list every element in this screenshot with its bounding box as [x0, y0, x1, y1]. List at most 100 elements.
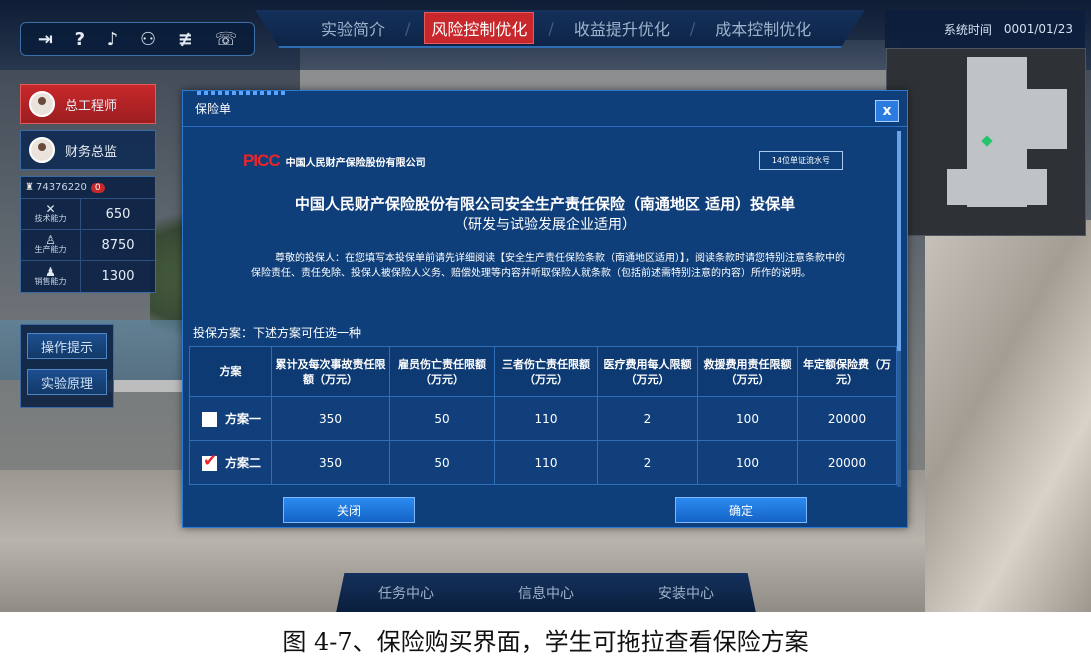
- money-bag-icon: ♜: [25, 182, 34, 193]
- stat-name: ♟ 销售能力: [21, 261, 81, 292]
- bottom-nav: 任务中心 信息中心 安装中心: [336, 573, 756, 612]
- col-header: 救援费用责任限额（万元）: [697, 346, 798, 397]
- tab-cost-control[interactable]: 成本控制优化: [709, 13, 817, 43]
- table-row[interactable]: 方案一 350 50 110 2 100 20000: [189, 396, 897, 441]
- people-icon: ♟: [45, 264, 56, 279]
- left-panel: 总工程师 财务总监 ♜ 74376220 0 ✕ 技术能力 650 ♙ 生产能力…: [20, 84, 156, 304]
- stat-label: 技术能力: [34, 214, 67, 223]
- tips-button[interactable]: 操作提示: [27, 333, 107, 359]
- role-label: 财务总监: [65, 144, 118, 160]
- confirm-button[interactable]: 确定: [675, 497, 807, 523]
- table-cell: 2: [597, 440, 698, 485]
- col-header: 方案: [189, 346, 272, 397]
- stats-panel: ♜ 74376220 0 ✕ 技术能力 650 ♙ 生产能力 8750 ♟ 销售…: [20, 176, 156, 293]
- dialog-footer: 关闭 确定: [183, 491, 907, 527]
- minimap[interactable]: [886, 48, 1086, 236]
- help-panel: 操作提示 实验原理: [20, 324, 114, 408]
- plan-name: 方案一: [225, 412, 262, 426]
- game-scene: ⇥ ? ♪ ⚇ ≢ ☏ 实验简介 / 风险控制优化 / 收益提升优化 / 成本控…: [0, 0, 1091, 612]
- nav-separator: /: [405, 18, 411, 38]
- stat-name: ✕ 技术能力: [21, 199, 81, 229]
- table-cell: 100: [697, 440, 798, 485]
- nav-separator: /: [548, 18, 554, 38]
- insurance-dialog: 保险单 x PICC 中国人民财产保险股份有限公司 14位单证流水号 中国人民财…: [182, 90, 908, 528]
- bottom-nav-task-center[interactable]: 任务中心: [378, 583, 434, 603]
- plans-table: 方案 累计及每次事故责任限额（万元） 雇员伤亡责任限额（万元） 三者伤亡责任限额…: [189, 346, 897, 485]
- dialog-title: 保险单: [195, 102, 232, 116]
- table-cell: 110: [494, 440, 598, 485]
- col-header: 年定额保险费（万元）: [797, 346, 897, 397]
- bottom-nav-install-center[interactable]: 安装中心: [658, 583, 714, 603]
- avatar: [29, 91, 55, 117]
- role-label: 总工程师: [65, 98, 118, 114]
- stat-value: 650: [105, 206, 131, 222]
- main-nav: 实验简介 / 风险控制优化 / 收益提升优化 / 成本控制优化: [255, 10, 865, 48]
- role-cfo[interactable]: 财务总监: [20, 130, 156, 170]
- close-button[interactable]: 关闭: [283, 497, 415, 523]
- stat-row-tech: ✕ 技术能力 650: [21, 199, 155, 230]
- money-value: 74376220: [35, 182, 87, 193]
- table-cell: 350: [271, 396, 390, 441]
- table-header-row: 方案 累计及每次事故责任限额（万元） 雇员伤亡责任限额（万元） 三者伤亡责任限额…: [189, 346, 897, 397]
- col-header: 雇员伤亡责任限额（万元）: [389, 346, 495, 397]
- table-row[interactable]: 方案二 350 50 110 2 100 20000: [189, 440, 897, 485]
- col-header: 三者伤亡责任限额（万元）: [494, 346, 598, 397]
- music-icon[interactable]: ♪: [107, 29, 119, 50]
- tab-revenue[interactable]: 收益提升优化: [568, 13, 676, 43]
- headset-icon[interactable]: ☏: [215, 29, 238, 50]
- stat-value: 1300: [101, 269, 135, 284]
- table-cell: 350: [271, 440, 390, 485]
- stat-label: 生产能力: [34, 245, 67, 254]
- notice-text: 尊敬的投保人：在您填写本投保单前请先详细阅读【安全生产责任保险条款（南通地区适用…: [251, 253, 845, 279]
- table-cell: 100: [697, 396, 798, 441]
- plan-checkbox[interactable]: [202, 451, 217, 471]
- header-decoration: [197, 91, 287, 95]
- figure-caption: 图 4-7、保险购买界面，学生可拖拉查看保险方案: [282, 628, 809, 656]
- dialog-body[interactable]: PICC 中国人民财产保险股份有限公司 14位单证流水号 中国人民财产保险股份有…: [189, 131, 901, 487]
- plan-cell: 方案一: [189, 396, 272, 441]
- stat-label: 销售能力: [34, 276, 67, 286]
- table-cell: 20000: [797, 396, 897, 441]
- table-cell: 20000: [797, 440, 897, 485]
- table-cell: 50: [389, 440, 495, 485]
- company-name: 中国人民财产保险股份有限公司: [285, 157, 426, 169]
- system-time-label: 系统时间: [943, 22, 992, 37]
- background-marble-wall: [925, 220, 1091, 612]
- avatar: [29, 137, 55, 163]
- role-chief-engineer[interactable]: 总工程师: [20, 84, 156, 124]
- settings-icon[interactable]: ≢: [178, 29, 193, 50]
- table-cell: 2: [597, 396, 698, 441]
- company-row: PICC 中国人民财产保险股份有限公司 14位单证流水号: [243, 151, 843, 171]
- minimap-room: [1027, 89, 1067, 149]
- plan-cell: 方案二: [189, 440, 272, 485]
- plan-caption: 投保方案：下述方案可任选一种: [193, 326, 362, 340]
- dialog-header: 保险单 x: [183, 91, 907, 127]
- plan-name: 方案二: [225, 456, 262, 470]
- tab-intro[interactable]: 实验简介: [315, 13, 391, 43]
- plan-checkbox[interactable]: [202, 412, 217, 427]
- tab-risk-control[interactable]: 风险控制优化: [424, 12, 535, 44]
- bottom-nav-info-center[interactable]: 信息中心: [518, 583, 574, 603]
- minimap-room: [947, 169, 1047, 205]
- principle-button[interactable]: 实验原理: [27, 369, 107, 395]
- close-icon[interactable]: x: [875, 100, 899, 122]
- money-row: ♜ 74376220 0: [21, 177, 155, 199]
- dialog-scrollbar[interactable]: [897, 131, 901, 487]
- scrollbar-thumb[interactable]: [897, 131, 901, 351]
- document-title: 中国人民财产保险股份有限公司安全生产责任保险（南通地区 适用）投保单: [294, 195, 796, 213]
- picc-logo: PICC: [243, 151, 281, 170]
- table-cell: 50: [389, 396, 495, 441]
- help-icon[interactable]: ?: [75, 29, 85, 50]
- document-subtitle: （研发与试验发展企业适用）: [454, 217, 636, 233]
- stat-row-production: ♙ 生产能力 8750: [21, 230, 155, 261]
- logout-icon[interactable]: ⇥: [38, 29, 53, 50]
- col-header: 医疗费用每人限额（万元）: [597, 346, 698, 397]
- serial-number-box: 14位单证流水号: [758, 151, 843, 170]
- worker-icon: ♙: [45, 233, 56, 247]
- user-icon[interactable]: ⚇: [140, 29, 156, 50]
- toolbar-icons: ⇥ ? ♪ ⚇ ≢ ☏: [20, 22, 255, 56]
- system-time: 系统时间 0001/01/23: [885, 10, 1085, 48]
- col-header: 累计及每次事故责任限额（万元）: [271, 346, 390, 397]
- system-time-value: 0001/01/23: [1003, 22, 1073, 36]
- stat-row-sales: ♟ 销售能力 1300: [21, 261, 155, 292]
